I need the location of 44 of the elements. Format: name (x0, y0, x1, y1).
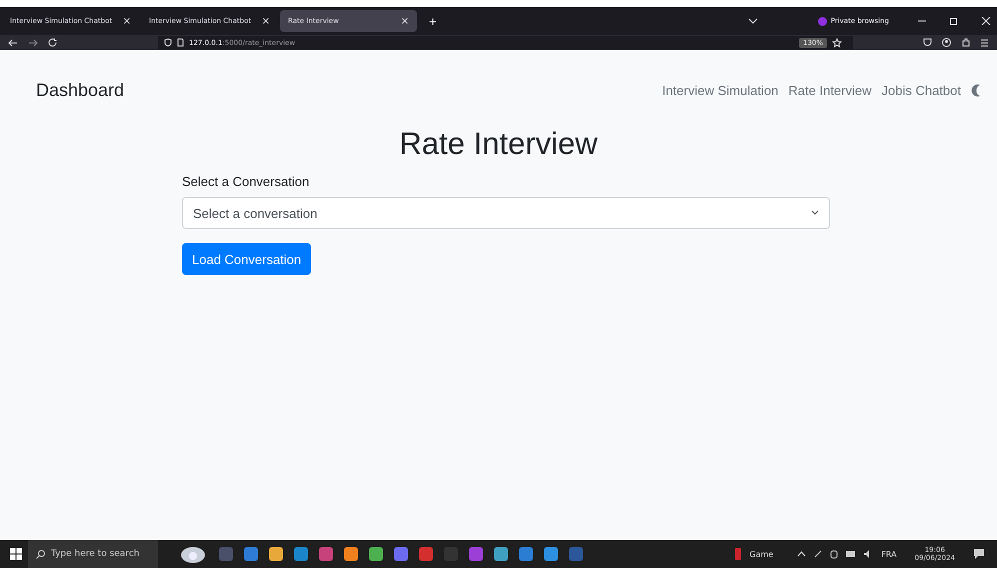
app-icon[interactable] (494, 547, 508, 561)
close-icon[interactable] (981, 17, 991, 25)
close-tab-icon[interactable]: × (400, 16, 409, 26)
chevron-up-icon[interactable] (797, 551, 806, 557)
app-icon[interactable] (369, 547, 383, 561)
nav-link[interactable]: Rate Interview (788, 82, 872, 98)
close-tab-icon[interactable]: × (262, 16, 270, 26)
app-icon[interactable] (244, 547, 258, 561)
nav-link[interactable]: Jobis Chatbot (882, 82, 961, 98)
new-tab-button[interactable]: + (423, 12, 443, 30)
load-conversation-button[interactable]: Load Conversation (182, 243, 312, 275)
app-icon[interactable] (419, 547, 433, 561)
app-icon[interactable] (269, 547, 283, 561)
app-icon[interactable] (519, 547, 533, 561)
chevron-down-icon[interactable] (748, 17, 758, 25)
search-icon (36, 550, 45, 558)
taskbar-search-field[interactable]: Type here to search (28, 540, 158, 568)
conversation-select[interactable]: Select a conversation (182, 197, 830, 229)
menu-icon[interactable] (980, 38, 989, 46)
app-icon[interactable] (319, 547, 333, 561)
app-icon[interactable] (344, 547, 358, 561)
battery-icon[interactable] (846, 551, 856, 557)
nav-link[interactable]: Interview Simulation (662, 82, 778, 98)
shield-icon (164, 38, 172, 47)
star-icon[interactable] (832, 38, 842, 48)
game-label[interactable]: Game (750, 550, 774, 558)
chevron-down-icon (811, 210, 819, 216)
brand-link[interactable]: Dashboard (36, 80, 124, 100)
field-label: Select a Conversation (182, 174, 310, 189)
close-tab-icon[interactable]: × (122, 16, 131, 26)
app-icon[interactable] (394, 547, 408, 561)
app-icon[interactable] (294, 547, 308, 561)
language-indicator[interactable]: FRA (881, 550, 897, 558)
extensions-icon[interactable] (961, 38, 970, 47)
account-icon[interactable] (942, 38, 951, 47)
back-arrow-icon[interactable] (8, 38, 18, 46)
page-title: Rate Interview (398, 126, 599, 162)
forward-arrow-icon[interactable] (28, 38, 38, 46)
page-icon (177, 38, 184, 47)
windows-icon[interactable] (10, 548, 22, 560)
restore-icon[interactable] (949, 17, 959, 25)
notifications-icon[interactable] (973, 548, 985, 560)
reload-icon[interactable] (48, 38, 58, 47)
app-icon[interactable] (544, 547, 558, 561)
